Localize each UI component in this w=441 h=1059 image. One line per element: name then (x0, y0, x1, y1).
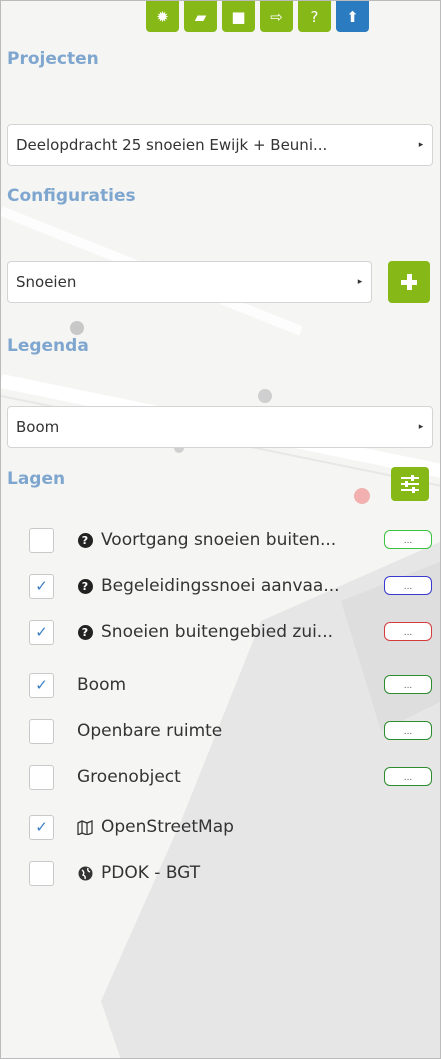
globe-icon (77, 865, 93, 881)
layers-heading: Lagen (7, 469, 66, 489)
layer-name: PDOK - BGT (101, 863, 201, 883)
layer-name: Groenobject (77, 767, 181, 787)
layer-item: ✓? Snoeien buitengebied zui...... (29, 618, 439, 646)
configuration-select[interactable]: Snoeien ▸ (7, 261, 372, 303)
folder-open-button[interactable]: ▰ (184, 1, 217, 32)
layer-name: Voortgang snoeien buiten... (101, 530, 337, 550)
layer-name: OpenStreetMap (101, 817, 234, 837)
layer-label[interactable]: PDOK - BGT (77, 863, 200, 883)
layer-item: ✓? Begeleidingssnoei aanvaa...... (29, 572, 439, 600)
layer-checkbox[interactable] (29, 764, 54, 790)
export-icon: ⇨ (270, 7, 283, 26)
layer-name: Snoeien buitengebied zui... (101, 622, 334, 642)
layer-style-swatch[interactable]: ... (384, 530, 432, 549)
gear-icon: ✹ (156, 7, 169, 26)
check-icon: ✓ (35, 818, 48, 836)
gear-button[interactable]: ✹ (146, 1, 179, 32)
check-icon: ✓ (35, 623, 48, 641)
legend-select[interactable]: Boom ▸ (7, 406, 433, 448)
layer-name: Boom (77, 675, 127, 695)
layer-item: Openbare ruimte... (29, 717, 439, 745)
layer-item: ✓ OpenStreetMap (29, 813, 439, 841)
layer-item: PDOK - BGT (29, 859, 439, 887)
projects-heading: Projecten (7, 49, 99, 69)
layer-label[interactable]: Boom (77, 675, 126, 695)
layer-style-swatch[interactable]: ... (384, 767, 432, 786)
layer-item: ✓ Boom... (29, 671, 439, 699)
caret-right-icon: ▸ (418, 422, 424, 432)
layer-name: Openbare ruimte (77, 721, 223, 741)
layer-label[interactable]: OpenStreetMap (77, 817, 234, 837)
layer-panel: ✹ ▰ ■ ⇨? ⬆ Projecten Deelopdracht 25 snoeien… (0, 0, 441, 1059)
layer-checkbox[interactable]: ✓ (29, 672, 54, 698)
project-select[interactable]: Deelopdracht 25 snoeien Ewijk + Beuni...… (7, 124, 433, 166)
layer-checkbox[interactable] (29, 527, 54, 553)
help-icon: ? (310, 7, 319, 26)
question-circle-icon: ? (77, 624, 93, 640)
question-circle-icon: ? (77, 532, 93, 548)
caret-right-icon: ▸ (357, 277, 363, 287)
configuration-select-value: Snoeien (16, 273, 77, 291)
layer-label[interactable]: ? Snoeien buitengebied zui... (77, 622, 333, 642)
project-select-value: Deelopdracht 25 snoeien Ewijk + Beuni... (16, 136, 328, 154)
upload-button[interactable]: ⬆ (336, 1, 369, 32)
layer-item: Groenobject... (29, 763, 439, 791)
layer-checkbox[interactable] (29, 718, 54, 744)
add-configuration-button[interactable] (388, 261, 430, 303)
configurations-heading: Configuraties (7, 186, 136, 206)
layer-checkbox[interactable]: ✓ (29, 573, 54, 599)
folder-open-icon: ▰ (194, 7, 207, 26)
check-icon: ✓ (35, 676, 48, 694)
layer-label[interactable]: ? Voortgang snoeien buiten... (77, 530, 336, 550)
layer-checkbox[interactable]: ✓ (29, 619, 54, 645)
layer-style-swatch[interactable]: ... (384, 622, 432, 641)
layer-settings-button[interactable] (391, 467, 429, 501)
layer-label[interactable]: Openbare ruimte (77, 721, 222, 741)
export-button[interactable]: ⇨ (260, 1, 293, 32)
legend-select-value: Boom (16, 418, 60, 436)
layer-style-swatch[interactable]: ... (384, 675, 432, 694)
layer-label[interactable]: ? Begeleidingssnoei aanvaa... (77, 576, 340, 596)
sliders-icon (401, 475, 419, 493)
layer-style-swatch[interactable]: ... (384, 721, 432, 740)
upload-icon: ⬆ (346, 7, 359, 26)
plus-icon (401, 274, 417, 290)
legend-heading: Legenda (7, 336, 89, 356)
layer-name: Begeleidingssnoei aanvaa... (101, 576, 340, 596)
lock-button[interactable]: ■ (222, 1, 255, 32)
help-button[interactable]: ? (298, 1, 331, 32)
check-icon: ✓ (35, 577, 48, 595)
map-icon (77, 819, 93, 835)
layer-checkbox[interactable]: ✓ (29, 814, 54, 840)
question-circle-icon: ? (77, 578, 93, 594)
lock-icon: ■ (231, 7, 246, 26)
layer-style-swatch[interactable]: ... (384, 576, 432, 595)
toolbar: ✹ ▰ ■ ⇨? ⬆ (146, 1, 369, 33)
layer-checkbox[interactable] (29, 860, 54, 886)
caret-right-icon: ▸ (418, 140, 424, 150)
layer-label[interactable]: Groenobject (77, 767, 181, 787)
layer-item: ? Voortgang snoeien buiten...... (29, 526, 439, 554)
